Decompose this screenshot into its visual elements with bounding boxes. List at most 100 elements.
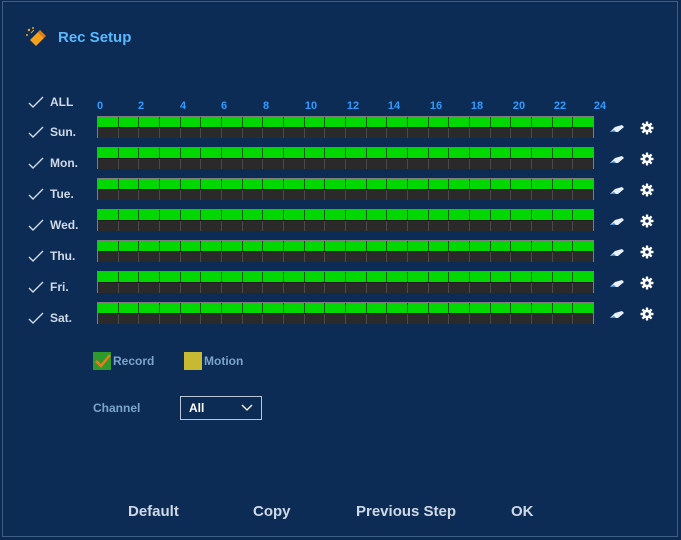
record-slot[interactable]: [470, 179, 491, 189]
record-slot[interactable]: [180, 117, 202, 127]
motion-slot[interactable]: [532, 128, 553, 138]
motion-slot[interactable]: [449, 190, 471, 200]
day-row-thu[interactable]: Thu.: [28, 248, 75, 264]
record-slot[interactable]: [449, 303, 471, 313]
record-slot[interactable]: [573, 148, 594, 158]
motion-slots[interactable]: [98, 221, 594, 231]
motion-slot[interactable]: [284, 314, 305, 324]
motion-slot[interactable]: [160, 159, 181, 169]
motion-slot[interactable]: [201, 252, 223, 262]
ok-button[interactable]: OK: [511, 503, 534, 520]
motion-slot[interactable]: [532, 283, 553, 293]
record-slot[interactable]: [201, 148, 223, 158]
record-slot[interactable]: [201, 210, 223, 220]
motion-slot[interactable]: [160, 221, 181, 231]
motion-slot[interactable]: [346, 128, 367, 138]
day-row-sat[interactable]: Sat.: [28, 310, 72, 326]
record-slot[interactable]: [552, 148, 574, 158]
motion-slot[interactable]: [490, 283, 512, 293]
record-slot[interactable]: [470, 241, 491, 251]
motion-slot[interactable]: [532, 221, 553, 231]
record-slot[interactable]: [449, 179, 471, 189]
record-slot[interactable]: [387, 117, 409, 127]
gear-icon[interactable]: [640, 245, 654, 259]
record-slot[interactable]: [532, 303, 553, 313]
previous-step-button[interactable]: Previous Step: [356, 503, 456, 520]
motion-slot[interactable]: [449, 128, 471, 138]
record-slot[interactable]: [346, 179, 367, 189]
motion-slot[interactable]: [470, 252, 491, 262]
motion-slot[interactable]: [532, 190, 553, 200]
motion-slot[interactable]: [387, 190, 409, 200]
record-slot[interactable]: [428, 210, 450, 220]
motion-slot[interactable]: [98, 128, 119, 138]
motion-slot[interactable]: [511, 128, 533, 138]
motion-slot[interactable]: [242, 283, 264, 293]
motion-slot[interactable]: [346, 283, 367, 293]
record-slot[interactable]: [387, 179, 409, 189]
check-icon[interactable]: [28, 95, 44, 109]
motion-slot[interactable]: [449, 252, 471, 262]
record-slot[interactable]: [408, 179, 429, 189]
record-slot[interactable]: [160, 117, 181, 127]
record-slots[interactable]: [98, 210, 594, 220]
record-slot[interactable]: [470, 148, 491, 158]
motion-slot[interactable]: [449, 221, 471, 231]
motion-slot[interactable]: [387, 314, 409, 324]
record-slot[interactable]: [325, 303, 347, 313]
motion-slot[interactable]: [470, 314, 491, 324]
motion-slots[interactable]: [98, 283, 594, 293]
day-row-mon[interactable]: Mon.: [28, 155, 78, 171]
motion-slot[interactable]: [428, 159, 450, 169]
record-slot[interactable]: [242, 117, 264, 127]
eraser-icon[interactable]: [609, 124, 625, 134]
record-slot[interactable]: [511, 210, 533, 220]
record-slot[interactable]: [366, 117, 388, 127]
record-slot[interactable]: [304, 210, 326, 220]
motion-slot[interactable]: [118, 128, 140, 138]
record-slot[interactable]: [304, 179, 326, 189]
record-slot[interactable]: [449, 241, 471, 251]
record-slot[interactable]: [118, 179, 140, 189]
record-slot[interactable]: [573, 210, 594, 220]
motion-slot[interactable]: [511, 283, 533, 293]
motion-slot[interactable]: [139, 252, 161, 262]
record-slot[interactable]: [180, 303, 202, 313]
motion-slot[interactable]: [263, 314, 285, 324]
record-slot[interactable]: [511, 179, 533, 189]
record-slots[interactable]: [98, 148, 594, 158]
record-slot[interactable]: [470, 272, 491, 282]
motion-slot[interactable]: [222, 190, 243, 200]
gear-icon[interactable]: [640, 121, 654, 135]
motion-slot[interactable]: [449, 159, 471, 169]
record-slot[interactable]: [346, 272, 367, 282]
record-slot[interactable]: [139, 117, 161, 127]
motion-slots[interactable]: [98, 128, 594, 138]
record-slot[interactable]: [201, 272, 223, 282]
record-slot[interactable]: [366, 148, 388, 158]
record-slot[interactable]: [222, 179, 243, 189]
motion-slot[interactable]: [201, 221, 223, 231]
record-slot[interactable]: [222, 303, 243, 313]
schedule-grid-wed[interactable]: [97, 209, 594, 231]
record-slot[interactable]: [552, 303, 574, 313]
motion-slot[interactable]: [573, 190, 594, 200]
motion-slot[interactable]: [490, 221, 512, 231]
record-slot[interactable]: [160, 303, 181, 313]
record-slot[interactable]: [532, 148, 553, 158]
gear-icon[interactable]: [640, 276, 654, 290]
record-slot[interactable]: [118, 117, 140, 127]
motion-slot[interactable]: [304, 159, 326, 169]
motion-slot[interactable]: [408, 159, 429, 169]
motion-slot[interactable]: [242, 190, 264, 200]
record-slot[interactable]: [408, 241, 429, 251]
record-slot[interactable]: [552, 241, 574, 251]
motion-slot[interactable]: [98, 283, 119, 293]
motion-slot[interactable]: [118, 159, 140, 169]
record-slot[interactable]: [408, 210, 429, 220]
motion-slot[interactable]: [139, 221, 161, 231]
record-slot[interactable]: [573, 117, 594, 127]
record-slot[interactable]: [490, 272, 512, 282]
motion-slot[interactable]: [98, 314, 119, 324]
record-slot[interactable]: [325, 148, 347, 158]
